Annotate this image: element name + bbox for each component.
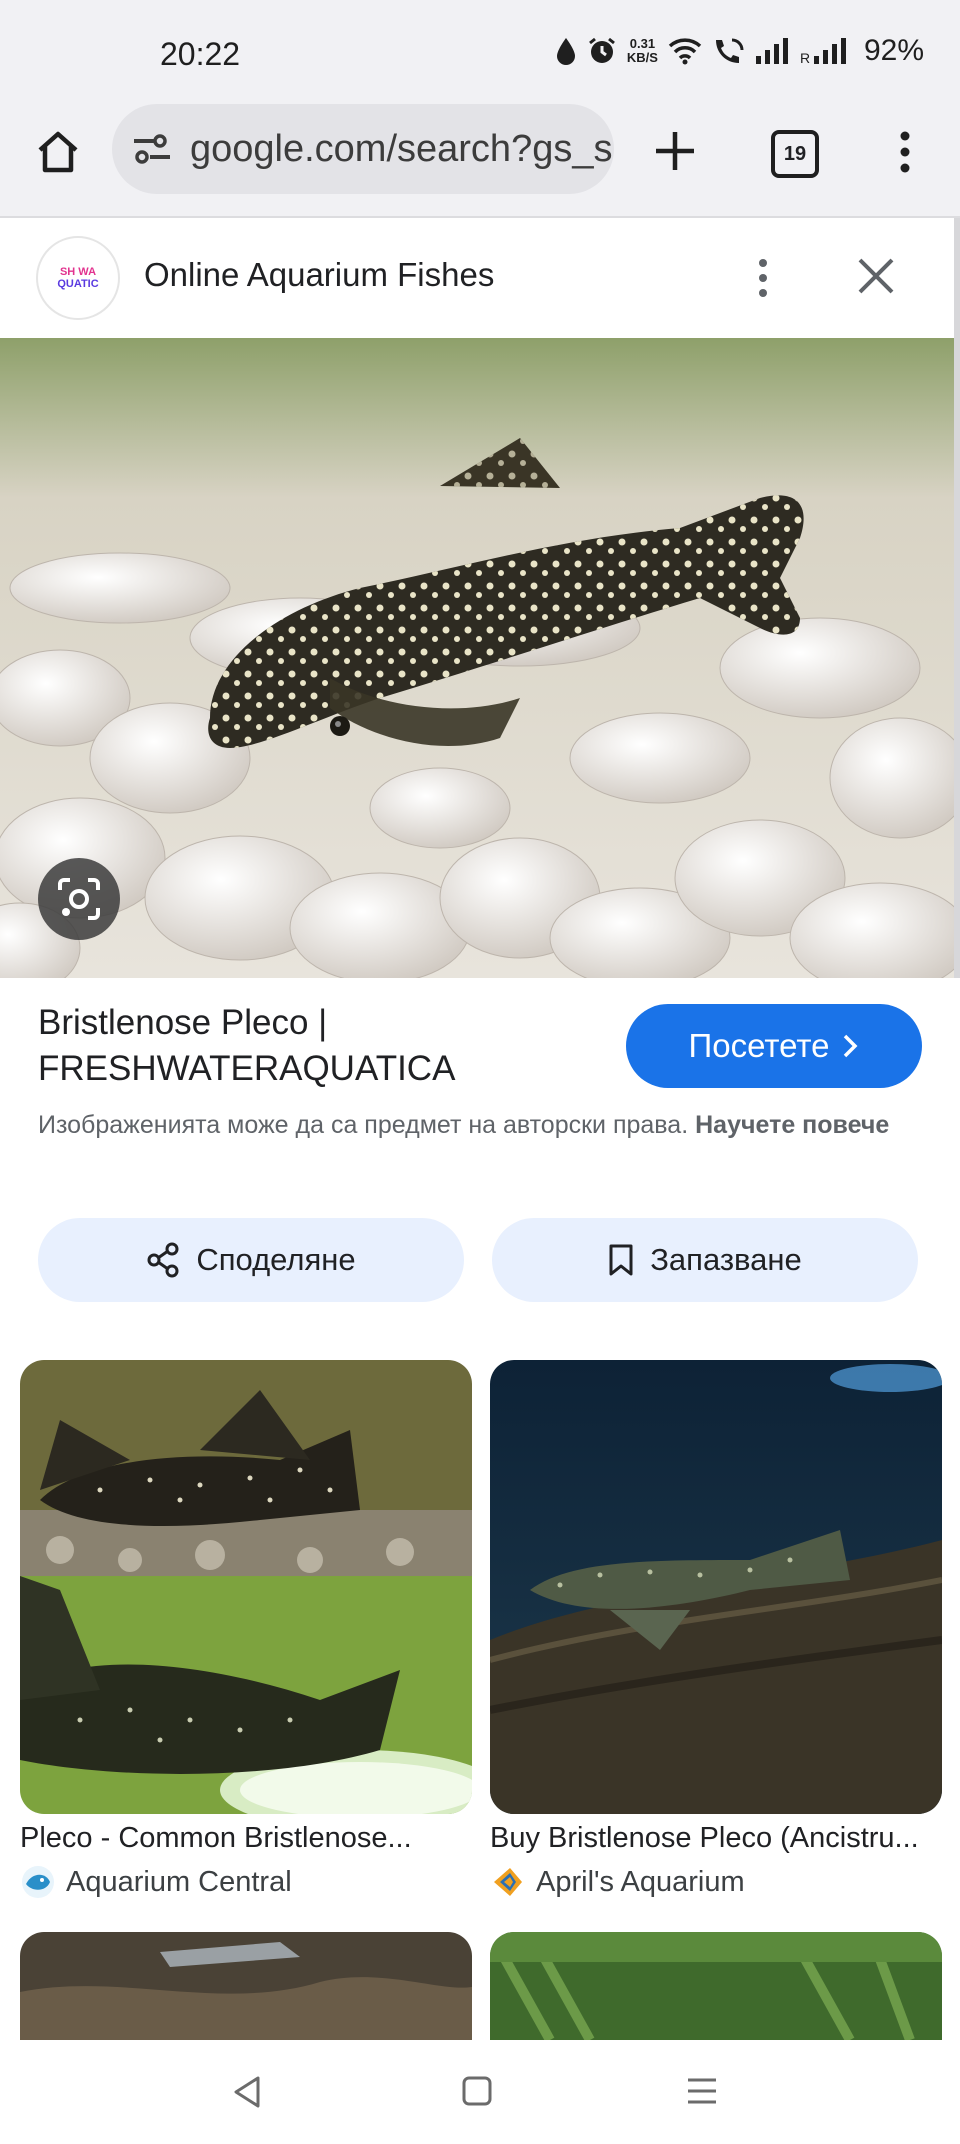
svg-text:R: R (800, 50, 810, 64)
related-image-2[interactable] (490, 1360, 942, 1814)
share-icon (147, 1242, 179, 1278)
new-tab-icon[interactable] (652, 128, 698, 174)
main-image[interactable] (0, 338, 958, 978)
related-source-1[interactable]: Aquarium Central (20, 1864, 292, 1900)
status-time: 20:22 (160, 36, 241, 72)
alarm-icon (588, 37, 615, 63)
site-logo[interactable]: SH WA QUATIC (36, 236, 120, 320)
address-bar[interactable]: google.com/search?gs_s (112, 104, 614, 194)
battery-level: 92% (863, 34, 924, 67)
save-button[interactable]: Запазване (492, 1218, 918, 1302)
learn-more-link[interactable]: Научете повече (695, 1111, 889, 1139)
wifi-call-icon (715, 38, 744, 63)
water-drop-icon (556, 38, 575, 65)
share-label: Споделяне (196, 1242, 356, 1277)
bookmark-icon (609, 1244, 633, 1276)
lens-icon (58, 878, 100, 920)
copyright-notice: Изображенията може да са предмет на авто… (38, 1111, 890, 1139)
site-name[interactable]: Online Aquarium Fishes (144, 256, 494, 294)
related-title-1[interactable]: Pleco - Common Bristlenose... (20, 1822, 472, 1855)
share-button[interactable]: Споделяне (38, 1218, 464, 1302)
wifi-icon (668, 38, 702, 65)
overflow-menu-icon[interactable] (890, 128, 920, 176)
recents-icon[interactable] (684, 2074, 720, 2108)
roaming-signal-icon: R (800, 38, 846, 64)
url-text: google.com/search?gs_s (190, 127, 613, 170)
net-speed: 0.31 KB/S (626, 36, 658, 65)
chevron-right-icon (844, 1034, 858, 1058)
back-icon[interactable] (230, 2074, 264, 2110)
panel-scrollbar[interactable] (954, 218, 960, 978)
related-image-1[interactable] (20, 1360, 472, 1814)
status-icons: 0.31 KB/S R 92% (555, 34, 924, 68)
related-source-2[interactable]: April's Aquarium (490, 1864, 745, 1900)
aquarium-central-logo-icon (22, 1866, 54, 1898)
home-nav-icon[interactable] (460, 2074, 494, 2108)
aprils-aquarium-logo-icon (494, 1868, 522, 1896)
save-label: Запазване (650, 1242, 802, 1277)
signal-icon (755, 38, 788, 64)
visit-label: Посетете (688, 1027, 830, 1064)
visit-button[interactable]: Посетете (626, 1004, 922, 1088)
related-image-4[interactable] (490, 1932, 942, 2040)
tab-switcher-button[interactable]: 19 (771, 130, 819, 178)
more-options-icon[interactable] (748, 256, 778, 300)
result-title[interactable]: Bristlenose Pleco | FRESHWATERAQUATICA (38, 1000, 598, 1092)
google-lens-button[interactable] (38, 858, 120, 940)
site-settings-icon[interactable] (132, 131, 172, 167)
related-title-2[interactable]: Buy Bristlenose Pleco (Ancistru... (490, 1822, 942, 1855)
home-icon[interactable] (34, 128, 82, 176)
close-icon[interactable] (856, 256, 896, 296)
related-image-3[interactable] (20, 1932, 472, 2040)
